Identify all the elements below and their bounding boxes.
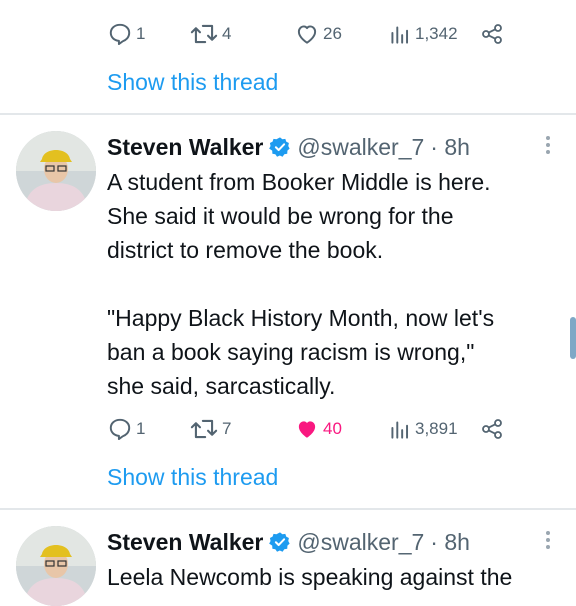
retweet-count: 7	[222, 419, 232, 438]
like-count: 40	[323, 419, 342, 438]
tweet-actions: 1 4 26 1,342	[107, 19, 527, 49]
like-count: 26	[323, 24, 342, 43]
author-name[interactable]: Steven Walker	[107, 134, 263, 161]
share-icon	[480, 21, 504, 47]
avatar[interactable]	[16, 131, 96, 211]
views-count: 1,342	[415, 24, 458, 43]
views-icon	[388, 21, 412, 47]
verified-badge-icon	[269, 136, 291, 158]
share-button[interactable]	[480, 414, 504, 444]
retweet-icon	[189, 416, 219, 442]
tweet-time[interactable]: · 8h	[430, 529, 470, 556]
reply-button[interactable]: 1	[107, 19, 145, 49]
reply-count: 1	[136, 24, 146, 43]
tweet-header: Steven Walker @swalker_7 · 8h	[107, 526, 470, 558]
like-button[interactable]: 40	[294, 414, 342, 444]
scrollbar-thumb[interactable]	[570, 317, 576, 359]
reply-icon	[107, 21, 133, 47]
retweet-button[interactable]: 4	[189, 19, 231, 49]
tweet-actions: 1 7 40 3,891	[107, 414, 527, 444]
retweet-icon	[189, 21, 219, 47]
tweet-text: Leela Newcomb is speaking against the	[107, 564, 513, 590]
like-button[interactable]: 26	[294, 19, 342, 49]
reply-button[interactable]: 1	[107, 414, 145, 444]
share-button[interactable]	[480, 19, 504, 49]
author-handle[interactable]: @swalker_7	[297, 529, 424, 556]
tweet[interactable]: Steven Walker @swalker_7 · 8h A student …	[0, 115, 576, 508]
tweet-text: A student from Booker Middle is here. Sh…	[107, 169, 495, 399]
views-button[interactable]: 3,891	[388, 414, 458, 444]
like-icon	[294, 416, 320, 442]
verified-badge-icon	[269, 531, 291, 553]
share-icon	[480, 416, 504, 442]
reply-icon	[107, 416, 133, 442]
views-icon	[388, 416, 412, 442]
tweet-top: 1 4 26 1,342 Show this thread	[0, 0, 576, 113]
show-thread-link[interactable]: Show this thread	[107, 69, 278, 96]
reply-count: 1	[136, 419, 146, 438]
more-icon[interactable]	[538, 528, 558, 552]
views-count: 3,891	[415, 419, 458, 438]
tweet-time[interactable]: · 8h	[430, 134, 470, 161]
author-handle[interactable]: @swalker_7	[297, 134, 424, 161]
more-icon[interactable]	[538, 133, 558, 157]
show-thread-link[interactable]: Show this thread	[107, 464, 278, 491]
tweet-header: Steven Walker @swalker_7 · 8h	[107, 131, 470, 163]
views-button[interactable]: 1,342	[388, 19, 458, 49]
like-icon	[294, 21, 320, 47]
author-name[interactable]: Steven Walker	[107, 529, 263, 556]
tweet[interactable]: Steven Walker @swalker_7 · 8h Leela Newc…	[0, 510, 576, 606]
retweet-button[interactable]: 7	[189, 414, 231, 444]
retweet-count: 4	[222, 24, 232, 43]
avatar[interactable]	[16, 526, 96, 606]
